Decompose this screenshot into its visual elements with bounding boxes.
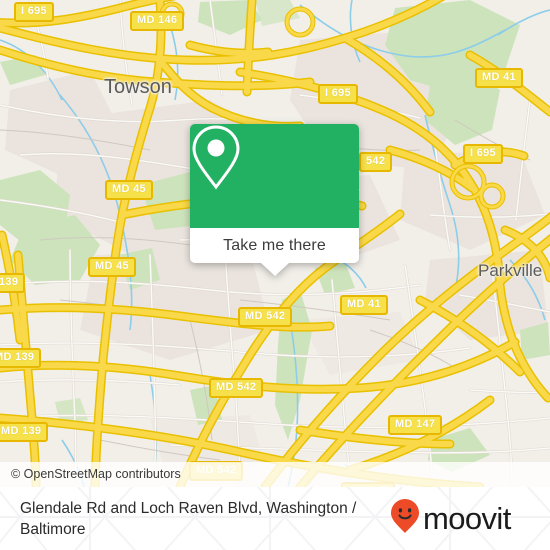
road-shield: I 695 [14, 2, 54, 22]
place-label: Parkville [478, 261, 543, 280]
road-shield: 139 [0, 273, 26, 293]
footer-bar: Glendale Rd and Loch Raven Blvd, Washing… [0, 487, 550, 550]
road-shield: 542 [359, 152, 393, 172]
location-title: Glendale Rd and Loch Raven Blvd, Washing… [20, 499, 357, 538]
popup-icon-area [190, 124, 359, 228]
road-shield: MD 45 [105, 180, 153, 200]
map-canvas[interactable]: .park { fill:#CDE3BB; } .resid { fill:#E… [0, 0, 550, 487]
moovit-wordmark: moovit [423, 501, 511, 536]
osm-attribution[interactable]: © OpenStreetMap contributors [0, 462, 550, 487]
road-shield: I 695 [463, 144, 503, 164]
take-me-there-label: Take me there [223, 236, 326, 254]
road-shield: MD 139 [0, 422, 49, 442]
popup-tail [260, 263, 289, 276]
moovit-smiley-pin-icon [390, 498, 420, 539]
place-label: Towson [104, 76, 172, 98]
road-shield: MD 542 [209, 378, 264, 398]
take-me-there-button[interactable]: Take me there [190, 228, 359, 263]
road-shield: MD 139 [0, 348, 42, 368]
road-shield: MD 147 [388, 415, 443, 435]
moovit-map-screenshot: .park { fill:#CDE3BB; } .resid { fill:#E… [0, 0, 550, 550]
road-shield: MD 542 [238, 307, 293, 327]
location-popup-card[interactable]: Take me there [190, 124, 359, 276]
road-shield: I 695 [318, 84, 358, 104]
road-shield: MD 41 [475, 68, 523, 88]
road-shield: MD 45 [88, 257, 136, 277]
road-shield: MD 41 [340, 295, 388, 315]
road-shield: MD 146 [130, 11, 185, 31]
moovit-logo[interactable]: moovit [390, 498, 519, 539]
